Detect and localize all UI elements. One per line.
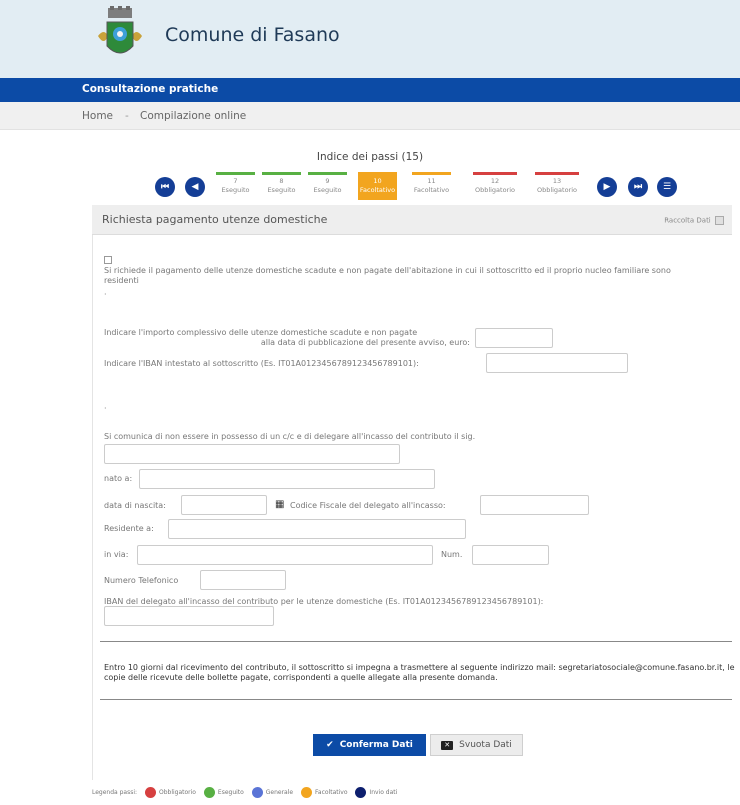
first-step-icon[interactable]: ⏮ xyxy=(155,177,175,197)
document-icon xyxy=(715,216,724,225)
iban-input[interactable] xyxy=(486,353,628,373)
step-number: 11 xyxy=(427,177,436,185)
step-10[interactable]: 10 Facoltativo xyxy=(358,172,397,200)
iban-label: Indicare l'IBAN intestato al sottoscritt… xyxy=(104,359,419,368)
clear-label: Svuota Dati xyxy=(459,740,512,750)
legend-text: Facoltativo xyxy=(315,789,348,796)
residence-input[interactable] xyxy=(168,519,466,539)
step-7[interactable]: 7 Eseguito xyxy=(216,172,255,200)
legend-dot-icon xyxy=(203,787,215,798)
step-11[interactable]: 11 Facoltativo xyxy=(412,172,451,200)
step-9[interactable]: 9 Eseguito xyxy=(308,172,347,200)
legend-dot-icon xyxy=(251,787,263,798)
legend-dot-icon xyxy=(144,787,156,798)
previous-step-icon[interactable]: ◀ xyxy=(185,177,205,197)
step-status: Eseguito xyxy=(267,186,296,194)
site-title[interactable]: Comune di Fasano xyxy=(165,24,340,46)
section-bar: Consultazione pratiche xyxy=(0,78,740,102)
amount-label-line2: alla data di pubblicazione del presente … xyxy=(260,338,470,347)
step-12[interactable]: 12 Obbligatorio xyxy=(473,172,517,200)
amount-input[interactable] xyxy=(475,328,553,348)
last-step-icon[interactable]: ⏭ xyxy=(628,177,648,197)
legend-dot-icon xyxy=(355,787,367,798)
legend-dot-icon xyxy=(301,787,313,798)
step-status: Obbligatorio xyxy=(536,186,578,194)
amount-label-line1: Indicare l'importo complessivo delle ute… xyxy=(104,328,418,337)
breadcrumb-home[interactable]: Home xyxy=(82,110,113,122)
confirm-button[interactable]: ✔ Conferma Dati xyxy=(313,734,426,756)
step-status: Obbligatorio xyxy=(474,186,516,194)
checkmark-icon: ✔ xyxy=(326,740,334,750)
coat-of-arms-logo[interactable] xyxy=(94,6,146,70)
resident-label: Residente a: xyxy=(104,524,154,533)
street-input[interactable] xyxy=(137,545,433,565)
next-step-icon[interactable]: ▶ xyxy=(597,177,617,197)
number-input[interactable] xyxy=(472,545,549,565)
bullet-mark: · xyxy=(104,290,107,299)
delegate-name-input[interactable] xyxy=(104,444,400,464)
steps-index-title: Indice dei passi (15) xyxy=(316,151,424,163)
site-header: Comune di Fasano xyxy=(0,0,740,78)
birth-date-label: data di nascita: xyxy=(104,501,166,510)
section-title[interactable]: Consultazione pratiche xyxy=(82,83,218,95)
step-status: Facoltativo xyxy=(413,186,450,194)
step-number: 10 xyxy=(373,177,382,185)
panel-header: Richiesta pagamento utenze domestiche Ra… xyxy=(92,205,732,235)
bullet-mark-2: · xyxy=(104,404,107,413)
phone-label: Numero Telefonico xyxy=(104,576,179,585)
steps-legend: Legenda passi: Obbligatorio Eseguito Gen… xyxy=(92,787,397,798)
legend-label: Legenda passi: xyxy=(92,789,138,796)
step-number: 7 xyxy=(233,177,238,185)
divider xyxy=(100,699,732,700)
erase-icon: ✕ xyxy=(441,741,454,750)
divider xyxy=(100,641,732,642)
collect-data-link[interactable]: Raccolta Dati xyxy=(664,216,724,225)
notice-text: Entro 10 giorni dal ricevimento del cont… xyxy=(104,663,735,682)
legend-item: Generale xyxy=(251,787,294,798)
number-label: Num. xyxy=(441,550,463,559)
clear-button[interactable]: ✕ Svuota Dati xyxy=(430,734,523,756)
panel-border xyxy=(92,235,93,780)
collect-data-label: Raccolta Dati xyxy=(664,216,711,225)
step-13[interactable]: 13 Obbligatorio xyxy=(535,172,579,200)
breadcrumb-separator: - xyxy=(125,110,129,122)
delegate-iban-input[interactable] xyxy=(104,606,274,626)
confirm-label: Conferma Dati xyxy=(339,740,413,750)
breadcrumb-current[interactable]: Compilazione online xyxy=(140,110,246,122)
step-number: 9 xyxy=(325,177,330,185)
birthplace-input[interactable] xyxy=(139,469,435,489)
legend-item: Invio dati xyxy=(355,787,397,798)
legend-item: Facoltativo xyxy=(301,787,348,798)
breadcrumb: Home - Compilazione online xyxy=(0,102,740,130)
step-8[interactable]: 8 Eseguito xyxy=(262,172,301,200)
calendar-icon[interactable]: ▦ xyxy=(275,500,284,510)
step-status: Eseguito xyxy=(313,186,342,194)
tax-code-input[interactable] xyxy=(480,495,589,515)
step-number: 12 xyxy=(490,177,500,185)
legend-text: Obbligatorio xyxy=(158,789,196,796)
legend-text: Generale xyxy=(265,789,294,796)
step-status: Eseguito xyxy=(221,186,250,194)
legend-item: Obbligatorio xyxy=(144,787,196,798)
step-number: 8 xyxy=(279,177,284,185)
request-checkbox[interactable] xyxy=(104,256,112,264)
born-label: nato a: xyxy=(104,474,133,483)
legend-text: Eseguito xyxy=(217,789,244,796)
step-status: Facoltativo xyxy=(359,186,396,194)
menu-icon[interactable]: ☰ xyxy=(657,177,677,197)
legend-item: Eseguito xyxy=(203,787,244,798)
legend-text: Invio dati xyxy=(369,789,398,796)
phone-input[interactable] xyxy=(200,570,286,590)
tax-code-label: Codice Fiscale del delegato all'incasso: xyxy=(290,501,446,510)
birth-date-input[interactable] xyxy=(181,495,267,515)
delegate-label: Si comunica di non essere in possesso di… xyxy=(104,432,476,441)
request-text: Si richiede il pagamento delle utenze do… xyxy=(104,266,671,285)
panel-title: Richiesta pagamento utenze domestiche xyxy=(102,213,328,226)
step-number: 13 xyxy=(552,177,562,185)
street-label: in via: xyxy=(104,550,129,559)
